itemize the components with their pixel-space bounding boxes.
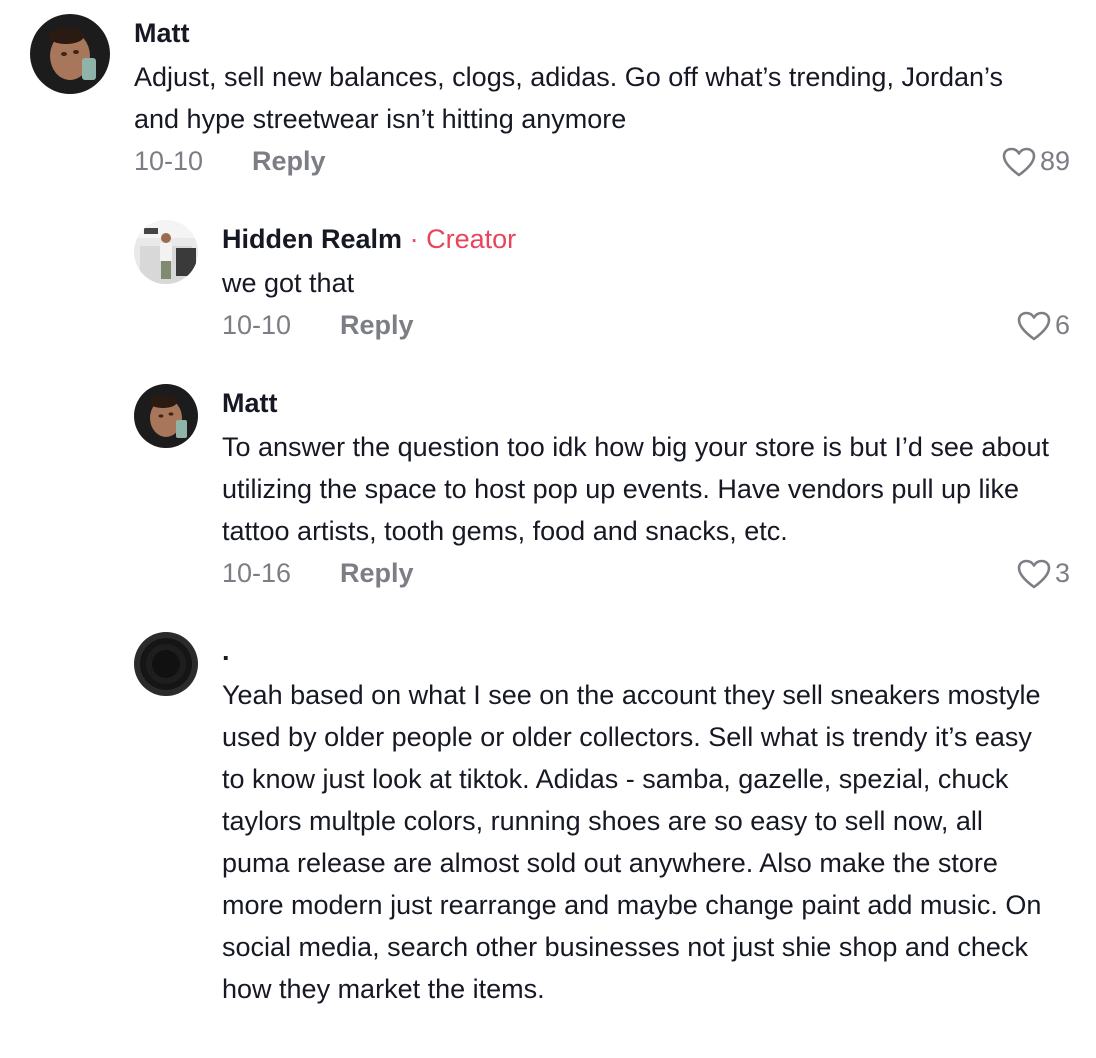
avatar[interactable]	[134, 220, 198, 284]
comment-body: Matt To answer the question too idk how …	[222, 386, 1062, 552]
heart-outline-icon	[1017, 311, 1051, 340]
username[interactable]: Hidden Realm	[222, 224, 402, 254]
avatar[interactable]	[134, 632, 198, 696]
comment-date: 10-10	[134, 146, 204, 176]
comment-meta: 10-10 Reply	[134, 146, 326, 177]
comment-meta: 10-16 Reply	[222, 558, 414, 589]
creator-badge: Creator	[426, 224, 517, 254]
avatar[interactable]	[134, 384, 198, 448]
comment-meta: 10-10 Reply	[222, 310, 414, 341]
like-button[interactable]: 89	[1002, 146, 1070, 177]
like-button[interactable]: 3	[1017, 558, 1070, 589]
username[interactable]: Matt	[222, 386, 1062, 420]
comment-date: 10-16	[222, 558, 292, 588]
like-count: 6	[1054, 310, 1070, 340]
comment-text: we got that	[222, 268, 355, 298]
comment-body: Matt Adjust, sell new balances, clogs, a…	[134, 16, 1034, 140]
comment-text: Adjust, sell new balances, clogs, adidas…	[134, 62, 1011, 134]
reply-button[interactable]: Reply	[340, 558, 414, 589]
comment-text: To answer the question too idk how big y…	[222, 432, 1057, 546]
comment-date: 10-10	[222, 310, 292, 340]
like-button[interactable]: 6	[1017, 310, 1070, 341]
comment-body: Hidden Realm · Creator we got that	[222, 222, 1042, 304]
reply-button[interactable]: Reply	[340, 310, 414, 341]
comment-item	[30, 14, 110, 94]
separator-dot: ·	[409, 224, 419, 254]
heart-outline-icon	[1002, 147, 1036, 176]
reply-button[interactable]: Reply	[252, 146, 326, 177]
username-row: Hidden Realm · Creator	[222, 222, 1042, 256]
heart-outline-icon	[1017, 559, 1051, 588]
comment-body: . Yeah based on what I see on the accoun…	[222, 634, 1062, 1010]
like-count: 3	[1054, 558, 1070, 588]
avatar[interactable]	[30, 14, 110, 94]
reply-item	[134, 384, 198, 448]
username[interactable]: Matt	[134, 16, 1034, 50]
username[interactable]: .	[222, 634, 1062, 668]
comment-text: Yeah based on what I see on the account …	[222, 680, 1049, 1004]
reply-item	[134, 632, 198, 696]
like-count: 89	[1039, 146, 1070, 176]
reply-item	[134, 220, 198, 284]
